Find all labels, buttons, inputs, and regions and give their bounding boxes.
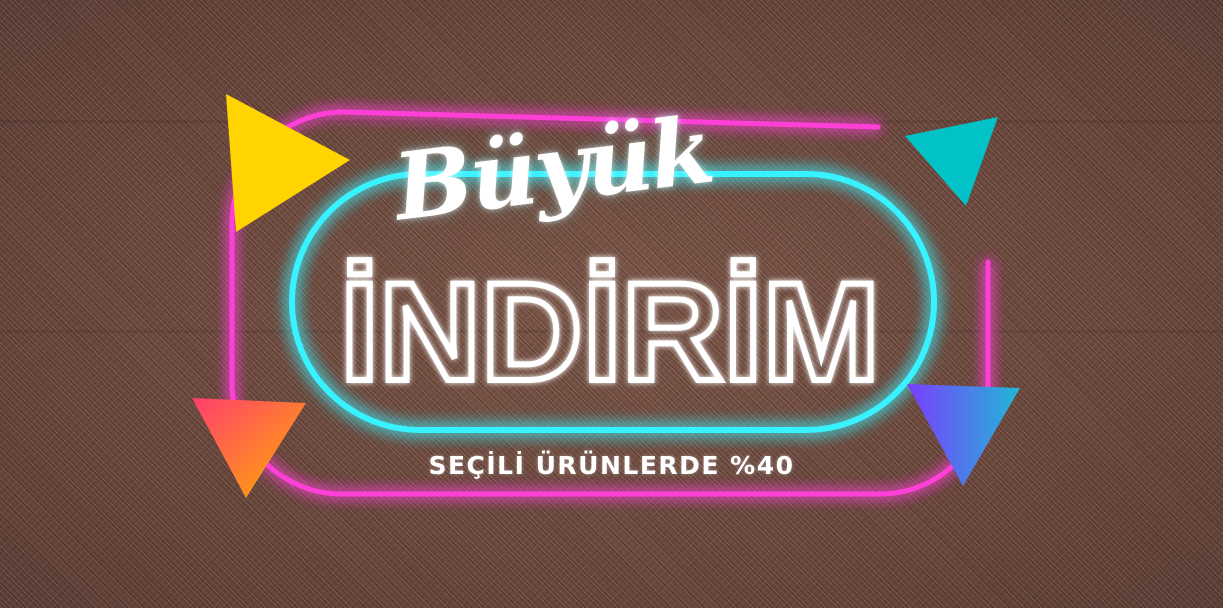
main-title: İNDİRİM — [340, 253, 880, 410]
sale-banner: İNDİRİM Büyük SEÇİLİ ÜRÜNLERDE %40 — [0, 0, 1223, 608]
subtitle: SEÇİLİ ÜRÜNLERDE %40 — [428, 451, 795, 480]
triangle-teal-icon — [905, 117, 998, 206]
